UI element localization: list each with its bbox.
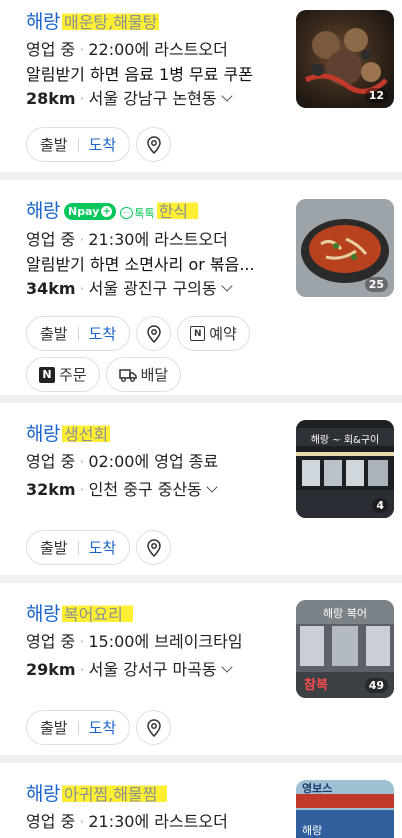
place-photo[interactable]: 25 xyxy=(296,199,394,297)
status-open: 영업 중 xyxy=(26,812,76,831)
arrive-button[interactable]: 도착 xyxy=(89,717,117,738)
chevron-down-icon[interactable] xyxy=(220,661,233,673)
place-category: 생선회 xyxy=(61,421,111,445)
photo-count: 12 xyxy=(364,88,388,103)
address: 서울 강서구 마곡동 xyxy=(88,660,217,679)
order-label: 주문 xyxy=(59,366,87,384)
map-pin-icon xyxy=(146,135,161,154)
place-card[interactable]: 해랑 매운탕,해물탕 영업 중 · 22:00에 라스트오더 알림받기 하면 음료 … xyxy=(0,0,402,172)
photo-sign-text-lower: 참복 xyxy=(304,678,328,693)
distance: 28km xyxy=(26,89,76,108)
plus-icon: + xyxy=(101,206,113,217)
place-name[interactable]: 해랑 xyxy=(26,419,60,446)
place-card[interactable]: 해랑 아귀찜,해물찜 영업 중 · 21:30에 라스트오더 영보스 해랑 xyxy=(0,763,402,838)
photo-sign-text: 영보스 xyxy=(302,782,333,795)
status-open: 영업 중 xyxy=(26,40,76,59)
arrive-button[interactable]: 도착 xyxy=(89,323,117,344)
status-detail: 02:00에 영업 종료 xyxy=(88,452,219,471)
address: 서울 강남구 논현동 xyxy=(88,89,217,108)
route-button[interactable]: 출발 도착 xyxy=(26,710,131,745)
place-category: 복어요리 xyxy=(61,601,133,625)
photo-count: 49 xyxy=(364,678,388,693)
photo-sign-text-lower: 해랑 xyxy=(302,824,323,837)
status-detail: 22:00에 라스트오더 xyxy=(88,40,228,59)
route-button[interactable]: 출발 도착 xyxy=(26,316,131,351)
place-category: 한식 xyxy=(156,198,199,222)
calendar-n-icon: N xyxy=(190,326,206,341)
place-list: 해랑 매운탕,해물탕 영업 중 · 22:00에 라스트오더 알림받기 하면 음료 … xyxy=(0,0,402,838)
order-button[interactable]: N 주문 xyxy=(26,357,100,392)
address: 인천 중구 중산동 xyxy=(88,480,202,499)
action-bar: 출발 도착 xyxy=(26,127,326,162)
status-detail: 15:00에 브레이크타임 xyxy=(88,632,243,651)
map-pin-icon xyxy=(146,324,161,343)
place-category: 매운탕,해물탕 xyxy=(61,9,160,33)
depart-button[interactable]: 출발 xyxy=(40,537,68,558)
status-open: 영업 중 xyxy=(26,230,76,249)
place-category: 아귀찜,해물찜 xyxy=(61,781,168,805)
delivery-truck-icon xyxy=(118,368,137,382)
npay-label: pay xyxy=(77,205,100,218)
place-name[interactable]: 해랑 xyxy=(26,7,60,34)
route-button[interactable]: 출발 도착 xyxy=(26,530,131,565)
status-open: 영업 중 xyxy=(26,452,76,471)
npay-badge: Npay + xyxy=(63,203,117,220)
depart-button[interactable]: 출발 xyxy=(40,134,68,155)
distance: 34km xyxy=(26,279,76,298)
arrive-button[interactable]: 도착 xyxy=(89,134,117,155)
chevron-down-icon[interactable] xyxy=(220,90,233,102)
map-pin-button[interactable] xyxy=(136,127,172,162)
chevron-down-icon[interactable] xyxy=(206,481,218,493)
divider xyxy=(77,326,79,341)
status-detail: 21:30에 라스트오더 xyxy=(88,812,228,831)
delivery-button[interactable]: 배달 xyxy=(105,357,182,392)
photo-count: 25 xyxy=(364,277,388,292)
place-photo[interactable]: 영보스 해랑 xyxy=(296,780,394,838)
talktalk-badge: ··· 톡톡 xyxy=(120,205,155,221)
divider xyxy=(77,137,79,152)
talktalk-label: 톡톡 xyxy=(134,207,155,220)
arrive-button[interactable]: 도착 xyxy=(89,537,117,558)
photo-sign-text: 해랑 ~ 회&구이 xyxy=(310,435,380,446)
action-bar: 출발 도착 N 예약 N 주문 배달 xyxy=(26,316,326,392)
place-photo[interactable]: 해랑 복어 참복 49 xyxy=(296,600,394,698)
action-bar: 출발 도착 xyxy=(26,710,326,745)
distance: 29km xyxy=(26,660,76,679)
place-card[interactable]: 해랑 Npay + ··· 톡톡 한식 영업 중 · 21:30에 라스트오더 알림받기… xyxy=(0,180,402,395)
divider xyxy=(77,540,79,555)
address: 서울 광진구 구의동 xyxy=(88,279,217,298)
place-name[interactable]: 해랑 xyxy=(26,196,60,223)
chat-bubble-icon: ··· xyxy=(120,207,134,219)
status-detail: 21:30에 라스트오더 xyxy=(88,230,228,249)
depart-button[interactable]: 출발 xyxy=(40,717,68,738)
place-photo[interactable]: 12 xyxy=(296,10,394,108)
map-pin-button[interactable] xyxy=(136,710,172,745)
route-button[interactable]: 출발 도착 xyxy=(26,127,131,162)
action-bar: 출발 도착 xyxy=(26,530,326,565)
map-pin-button[interactable] xyxy=(136,316,172,351)
map-pin-icon xyxy=(146,718,161,737)
status-open: 영업 중 xyxy=(26,632,76,651)
place-card[interactable]: 해랑 생선회 영업 중 · 02:00에 영업 종료 32km · 인천 중구 중산동 … xyxy=(0,403,402,575)
divider xyxy=(77,720,79,735)
reserve-button[interactable]: N 예약 xyxy=(177,316,250,351)
map-pin-icon xyxy=(146,538,161,557)
place-card[interactable]: 해랑 복어요리 영업 중 · 15:00에 브레이크타임 29km · 서울 강서구 마… xyxy=(0,583,402,755)
delivery-label: 배달 xyxy=(140,366,169,384)
place-photo[interactable]: 해랑 ~ 회&구이 4 xyxy=(296,420,394,518)
map-pin-button[interactable] xyxy=(136,530,172,565)
place-name[interactable]: 해랑 xyxy=(26,599,60,626)
place-name[interactable]: 해랑 xyxy=(26,779,60,806)
chevron-down-icon[interactable] xyxy=(220,280,233,292)
photo-count: 4 xyxy=(372,498,388,513)
naver-n-icon: N xyxy=(39,366,55,383)
photo-sign-text: 해랑 복어 xyxy=(323,607,367,620)
depart-button[interactable]: 출발 xyxy=(40,323,68,344)
distance: 32km xyxy=(26,480,76,499)
reserve-label: 예약 xyxy=(209,325,237,343)
